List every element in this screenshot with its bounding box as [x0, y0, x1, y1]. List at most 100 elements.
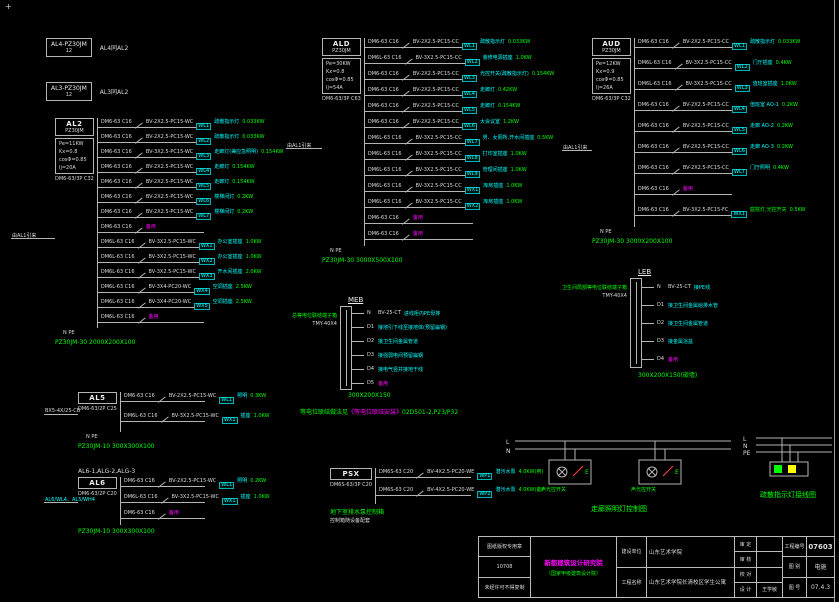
connection-description: 接卫生间金属管道 — [378, 338, 418, 345]
earth-bar-rows: NBV-25-CT进线柜内PE母排D1接地引下线至接地体(预留扁钢)D2接卫生间… — [352, 306, 447, 390]
cable-spec: BV-3X4-PC20-WC — [149, 285, 192, 290]
earth-bar-label: 卫生间局部等电位联结端子箱 — [560, 284, 627, 291]
terminal-id: D1 — [367, 324, 375, 330]
panel-name-box: AL2PZ30JM — [55, 118, 94, 136]
cable-spec: BV-3X2.5-PC15-CC — [416, 168, 462, 173]
connection-description: 接金属浴盆 — [668, 338, 693, 345]
load-power: 1.0KW — [506, 200, 522, 205]
panel-body: AL6DM6-63/2P C20DM6-63 C16BV-2X2.5-PC15-… — [78, 477, 270, 525]
breaker-label: DM6L-63 C16 — [101, 315, 135, 320]
circuit-row: DM6L-63 C16BV-3X2.5-PC15-CCWX2库房插座1.0KW — [368, 198, 554, 214]
earth-bar-row: D1接地引下线至接地体(预留扁钢) — [352, 320, 447, 334]
breaker-symbol — [416, 488, 424, 496]
circuit-id: WL5 — [196, 183, 211, 190]
load-power: 0.4KW — [776, 61, 792, 66]
project-info: 建设单位 山东艺术学院 工程名称 山东艺术学院长清校区学生公寓 — [617, 537, 735, 597]
circuit-row: DM6-63 C16BV-2X2.5-PC15-WCWL2疏散指示灯0.033K… — [101, 133, 284, 148]
load-description: 大会议室 — [480, 120, 500, 125]
role-row: 审 定 — [735, 537, 782, 552]
role-label: 审 定 — [735, 537, 757, 551]
wire-label-N: N — [743, 443, 748, 450]
load-power: 0.033KW — [242, 135, 264, 140]
ref-panel-box: AL4-PZ30JM12 — [46, 38, 92, 57]
earth-bar-body: 卫生间局部等电位联结端子箱TMY-40X4NBV-25-CT接PE线D1接卫生间… — [560, 278, 718, 368]
cable-spec: BV-3X2.5-PC15-FC — [683, 208, 729, 213]
circuit-id: WX1 — [731, 211, 747, 218]
breaker-label: DM6L-63 C16 — [638, 82, 672, 87]
breaker-symbol — [405, 200, 413, 208]
panel-circuit-list: DM6-63 C16BV-2X2.5-PC15-WCWL1疏散指示灯0.033K… — [97, 118, 284, 328]
breaker-label: DM6-63 C16 — [638, 124, 669, 129]
earth-bar-label-group: 总等电位联结端子箱TMY-40X4 — [270, 312, 340, 390]
panel-parameter: cosΦ=0.85 — [59, 157, 90, 163]
breaker-label: DM6-63 C16 — [101, 165, 132, 170]
circuit-wire — [635, 152, 732, 153]
load-description: 楼梯间灯 — [214, 195, 234, 200]
load-power: 4.0KW(备) — [518, 488, 543, 493]
ref-panel-note: AL3同AL2 — [100, 87, 129, 96]
breaker-label: DM6-63 C16 — [124, 511, 155, 516]
main-breaker-label: DM6-63/3P C32 — [55, 176, 94, 182]
project-label: 工程名称 — [617, 568, 647, 598]
circuit-wire — [98, 292, 204, 293]
breaker-label: DM6S-63 C20 — [379, 488, 413, 493]
load-description: 空调插座 — [213, 300, 233, 305]
cable-spec: BV-2X2.5-PC15-CC — [413, 40, 459, 45]
role-name: 王学敏 — [757, 583, 782, 597]
panel-parameter: Kx=0.8 — [59, 149, 90, 155]
panel-ald: 由AL1引来ALDPZ30JMPe=30KWKx=0.8cosΦ=0.85Ij=… — [322, 38, 554, 264]
breaker-symbol — [135, 195, 143, 203]
panel-body: AUDPZ30JMPe=12KWKx=0.9cosΦ=0.85Ij=26ADM6… — [592, 38, 806, 227]
drawing-type-label: 图 别 — [783, 557, 807, 576]
circuit-id: WL3 — [735, 85, 750, 92]
load-power: 0.2KW — [777, 124, 793, 129]
panel-name-box: PSX — [330, 468, 372, 480]
load-description: 备用 — [149, 315, 159, 320]
earth-bar-row: D5备用 — [352, 376, 447, 390]
wire-label-L: L — [743, 436, 747, 443]
incoming-feeder-label: AL6/WL4、AL5/WH4 — [45, 496, 95, 503]
circuit-wire — [635, 47, 732, 48]
earth-bar-row: NBV-25-CT进线柜内PE母排 — [352, 306, 447, 320]
circuit-wire — [365, 63, 473, 64]
load-description: 值班室插座 — [753, 82, 778, 87]
breaker-symbol — [405, 184, 413, 192]
cable-spec: BV-3X2.5-PC15-WC — [172, 495, 219, 500]
incoming-feeder-label: BX5-4X/25-CB — [45, 408, 80, 414]
connection-description: 接强弱电间预留扁钢 — [378, 352, 423, 359]
circuit-wire — [635, 110, 732, 111]
breaker-label: DM6-63 C16 — [638, 166, 669, 171]
circuit-wire — [635, 215, 732, 216]
circuit-id: WL7 — [196, 213, 211, 220]
load-power: 1.0KW — [516, 56, 532, 61]
circuit-id: WL1 — [462, 43, 477, 50]
earth-bar-wire — [642, 359, 654, 360]
panel-parameter: cosΦ=0.85 — [596, 77, 627, 83]
circuit-row: DM6-63 C16备用 — [638, 185, 806, 206]
load-description: 备用 — [413, 216, 423, 221]
panel-parameter: Ij=26A — [596, 85, 627, 91]
circuit-id: WL1 — [219, 397, 234, 404]
panel-name-box: AL5 — [78, 392, 117, 404]
panel-circuit-list: DM6-63 C16BV-2X2.5-PC15-CCWL1疏散指示灯0.033K… — [364, 38, 554, 246]
cable-spec: BV-3X2.5-PC15-WC — [149, 255, 196, 260]
panel-al2: 由AL1引来AL2PZ30JMPe=11KWKx=0.8cosΦ=0.85Ij=… — [55, 118, 283, 346]
project-number-value: 07603 — [807, 537, 834, 556]
circuit-id: WX1 — [465, 187, 481, 194]
cable-spec: BV-3X2.5-PC15-CC — [416, 184, 462, 189]
panel-name-box: AL6 — [78, 477, 117, 489]
bus-pe-label: N PE — [330, 248, 554, 254]
breaker-symbol — [405, 168, 413, 176]
terminal-id: N — [657, 284, 665, 290]
panel-circuit-list: DM6-63 C16BV-2X2.5-PC15-WCWL1照明0.2KWDM6L… — [120, 477, 270, 525]
cable-spec: BV-2X2.5-PC15-CC — [683, 166, 729, 171]
circuit-wire — [365, 127, 473, 128]
breaker-label: DM6-63 C16 — [368, 104, 399, 109]
breaker-symbol — [135, 210, 143, 218]
breaker-symbol — [675, 61, 683, 69]
circuit-row: DM6-63 C16备用 — [124, 509, 270, 525]
load-description: 备用 — [413, 232, 423, 237]
note-code: 02D501-2,P23/P32 — [402, 409, 458, 416]
circuit-row: DM6L-63 C16BV-3X2.5-PC15-CCWL8打印室插座1.0KW — [368, 150, 554, 166]
cable-spec: BV-3X2.5-PC15-WC — [172, 414, 219, 419]
